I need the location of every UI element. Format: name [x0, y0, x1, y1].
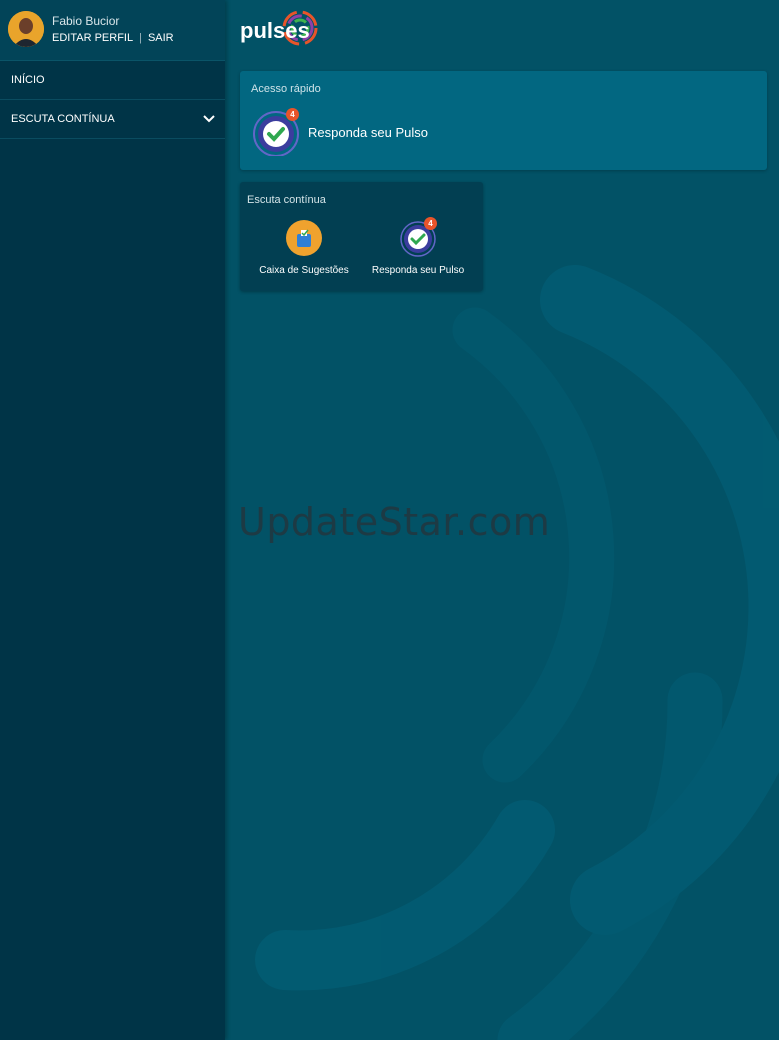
pulse-tile[interactable]: 4 Responda seu Pulso: [366, 217, 470, 276]
pulses-logo[interactable]: pulses: [240, 8, 320, 52]
watermark: UpdateStar.com: [238, 500, 551, 544]
pulse-label: Responda seu Pulso: [371, 265, 465, 276]
suggestion-box-label: Caixa de Sugestões: [259, 265, 349, 276]
sidebar-item-escuta-continua[interactable]: ESCUTA CONTÍNUA: [0, 100, 225, 139]
profile-links: EDITAR PERFIL | SAIR: [52, 32, 174, 44]
pulse-check-icon: 4: [399, 217, 437, 257]
notification-badge: 4: [286, 108, 299, 121]
sidebar-item-label: INÍCIO: [11, 74, 45, 86]
profile-name: Fabio Bucior: [52, 14, 120, 28]
link-separator: |: [139, 32, 142, 44]
suggestion-box-icon: [285, 219, 323, 257]
logout-link[interactable]: SAIR: [148, 32, 174, 44]
sidebar-item-label: ESCUTA CONTÍNUA: [11, 113, 115, 125]
suggestion-box-tile[interactable]: Caixa de Sugestões: [256, 219, 352, 276]
logo-text: pulses: [240, 18, 310, 43]
escuta-continua-title: Escuta contínua: [247, 194, 326, 206]
escuta-continua-card: Escuta contínua Caixa de Sugestões 4 Res…: [240, 182, 483, 291]
edit-profile-link[interactable]: EDITAR PERFIL: [52, 32, 133, 44]
chevron-down-icon[interactable]: [203, 112, 215, 126]
quick-access-item[interactable]: 4 Responda seu Pulso: [252, 108, 428, 157]
quick-access-title: Acesso rápido: [251, 83, 321, 95]
profile-header: Fabio Bucior EDITAR PERFIL | SAIR: [0, 0, 225, 61]
quick-access-card: Acesso rápido 4 Responda seu Pulso: [240, 71, 767, 170]
pulse-check-icon: 4: [252, 108, 300, 157]
sidebar-item-inicio[interactable]: INÍCIO: [0, 61, 225, 100]
sidebar: Fabio Bucior EDITAR PERFIL | SAIR INÍCIO…: [0, 0, 225, 1040]
notification-badge: 4: [424, 217, 437, 230]
avatar[interactable]: [8, 11, 44, 47]
quick-access-label: Responda seu Pulso: [308, 124, 428, 140]
